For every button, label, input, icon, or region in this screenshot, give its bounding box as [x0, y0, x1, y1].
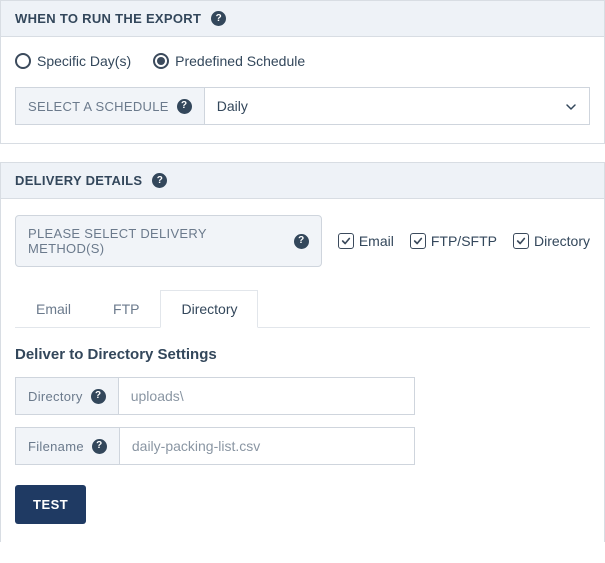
- directory-label: Directory: [28, 389, 83, 404]
- help-icon[interactable]: ?: [177, 99, 192, 114]
- delivery-details-body: PLEASE SELECT DELIVERY METHOD(S) ? Email…: [1, 199, 604, 542]
- directory-field-group: Directory ?: [15, 377, 415, 415]
- delivery-method-label-box: PLEASE SELECT DELIVERY METHOD(S) ?: [15, 215, 322, 267]
- filename-input[interactable]: [119, 427, 415, 465]
- filename-label-box: Filename ?: [15, 427, 119, 465]
- checkbox-ftp[interactable]: FTP/SFTP: [410, 233, 497, 249]
- checkbox-ftp-label: FTP/SFTP: [431, 233, 497, 249]
- radio-predefined-schedule-label: Predefined Schedule: [175, 53, 305, 69]
- checkbox-directory[interactable]: Directory: [513, 233, 590, 249]
- schedule-select-group: SELECT A SCHEDULE ? Daily: [15, 87, 590, 125]
- tab-directory[interactable]: Directory: [160, 290, 258, 328]
- delivery-details-header: DELIVERY DETAILS ?: [1, 163, 604, 199]
- help-icon[interactable]: ?: [211, 11, 226, 26]
- schedule-select-label: SELECT A SCHEDULE: [28, 99, 169, 114]
- chevron-down-icon: [565, 100, 577, 112]
- checkbox-icon: [410, 233, 426, 249]
- delivery-method-row: PLEASE SELECT DELIVERY METHOD(S) ? Email…: [15, 215, 590, 267]
- directory-label-box: Directory ?: [15, 377, 118, 415]
- directory-input[interactable]: [118, 377, 415, 415]
- help-icon[interactable]: ?: [91, 389, 106, 404]
- when-to-run-title: WHEN TO RUN THE EXPORT: [15, 11, 201, 26]
- checkbox-email-label: Email: [359, 233, 394, 249]
- directory-settings-title: Deliver to Directory Settings: [15, 346, 590, 363]
- checkbox-icon: [513, 233, 529, 249]
- run-schedule-radio-group: Specific Day(s) Predefined Schedule: [15, 53, 590, 69]
- filename-field-group: Filename ?: [15, 427, 415, 465]
- help-icon[interactable]: ?: [92, 439, 107, 454]
- filename-label: Filename: [28, 439, 84, 454]
- radio-specific-days-label: Specific Day(s): [37, 53, 131, 69]
- delivery-tabs: Email FTP Directory: [15, 289, 590, 328]
- help-icon[interactable]: ?: [294, 234, 309, 249]
- delivery-details-title: DELIVERY DETAILS: [15, 173, 142, 188]
- delivery-method-label: PLEASE SELECT DELIVERY METHOD(S): [28, 226, 286, 256]
- checkbox-icon: [338, 233, 354, 249]
- radio-icon-unchecked: [15, 53, 31, 69]
- radio-specific-days[interactable]: Specific Day(s): [15, 53, 131, 69]
- when-to-run-body: Specific Day(s) Predefined Schedule SELE…: [1, 37, 604, 143]
- tab-email[interactable]: Email: [15, 290, 92, 328]
- schedule-select-value: Daily: [217, 98, 248, 114]
- checkbox-directory-label: Directory: [534, 233, 590, 249]
- tab-ftp[interactable]: FTP: [92, 290, 160, 328]
- test-button[interactable]: TEST: [15, 485, 86, 524]
- schedule-select[interactable]: Daily: [204, 87, 590, 125]
- help-icon[interactable]: ?: [152, 173, 167, 188]
- radio-predefined-schedule[interactable]: Predefined Schedule: [153, 53, 305, 69]
- radio-icon-checked: [153, 53, 169, 69]
- delivery-details-panel: DELIVERY DETAILS ? PLEASE SELECT DELIVER…: [0, 162, 605, 542]
- when-to-run-panel: WHEN TO RUN THE EXPORT ? Specific Day(s)…: [0, 0, 605, 144]
- schedule-select-label-box: SELECT A SCHEDULE ?: [15, 87, 204, 125]
- when-to-run-header: WHEN TO RUN THE EXPORT ?: [1, 1, 604, 37]
- checkbox-email[interactable]: Email: [338, 233, 394, 249]
